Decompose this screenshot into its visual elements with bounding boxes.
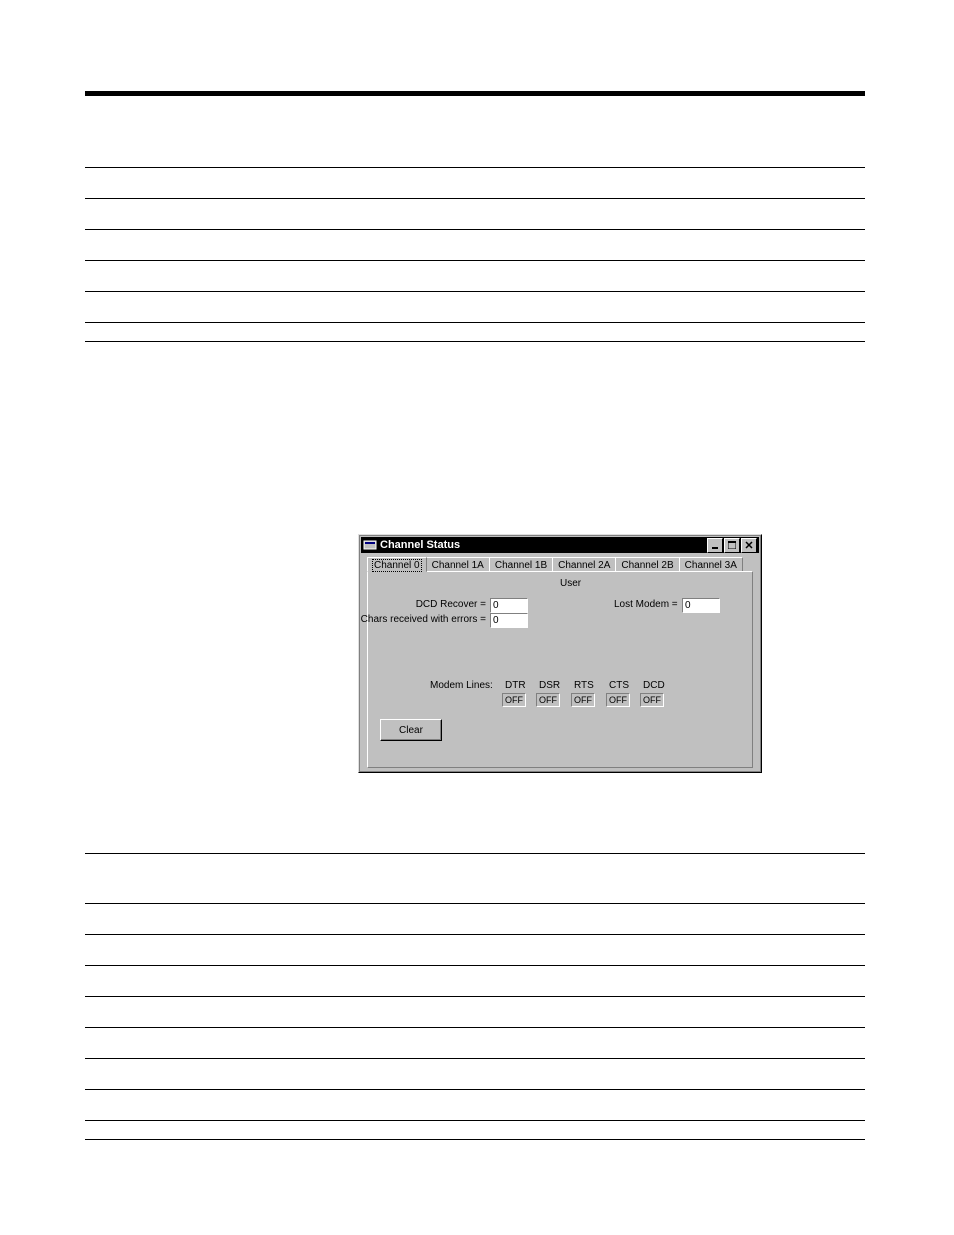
signal-dtr-label: DTR <box>505 680 526 691</box>
rule <box>85 1139 865 1140</box>
modem-lines-label: Modem Lines: <box>430 680 493 691</box>
clear-button-label: Clear <box>399 725 423 736</box>
signal-dsr-state: OFF <box>536 693 560 707</box>
lost-modem-label: Lost Modem = <box>614 599 678 610</box>
signal-rts-state: OFF <box>571 693 595 707</box>
tabs: Channel 0 Channel 1A Channel 1B Channel … <box>367 557 753 571</box>
tab-channel-2a[interactable]: Channel 2A <box>552 557 616 571</box>
titlebar[interactable]: Channel Status <box>361 537 759 553</box>
minimize-button[interactable] <box>707 538 723 553</box>
chars-err-value: 0 <box>490 613 528 628</box>
signal-cts-state: OFF <box>606 693 630 707</box>
tab-channel-0[interactable]: Channel 0 <box>367 557 427 572</box>
signal-rts-label: RTS <box>574 680 594 691</box>
tab-pane: User DCD Recover = 0 Chars received with… <box>367 571 753 768</box>
channel-status-window: Channel Status Channel 0 Channel 1A Chan… <box>358 534 762 773</box>
rule <box>85 229 865 230</box>
signal-dcd-label: DCD <box>643 680 665 691</box>
tab-channel-3a[interactable]: Channel 3A <box>679 557 743 571</box>
tab-channel-1b[interactable]: Channel 1B <box>489 557 553 571</box>
tab-channel-2b[interactable]: Channel 2B <box>615 557 679 571</box>
rule <box>85 934 865 935</box>
window-icon <box>363 538 377 552</box>
dcd-recover-value: 0 <box>490 598 528 613</box>
rule <box>85 260 865 261</box>
rule <box>85 996 865 997</box>
rule <box>85 167 865 168</box>
rule <box>85 965 865 966</box>
rule <box>85 1120 865 1121</box>
rule <box>85 322 865 323</box>
rule <box>85 198 865 199</box>
dcd-recover-label: DCD Recover = <box>416 599 486 610</box>
maximize-button[interactable] <box>724 538 740 553</box>
signal-dsr-label: DSR <box>539 680 560 691</box>
rule <box>85 91 865 96</box>
rule <box>85 1058 865 1059</box>
rule <box>85 1027 865 1028</box>
rule <box>85 903 865 904</box>
tab-label: Channel 0 <box>373 560 421 571</box>
clear-button[interactable]: Clear <box>380 719 442 741</box>
signal-dtr-state: OFF <box>502 693 526 707</box>
tab-channel-1a[interactable]: Channel 1A <box>426 557 490 571</box>
signal-dcd-state: OFF <box>640 693 664 707</box>
rule <box>85 1089 865 1090</box>
lost-modem-value: 0 <box>682 598 720 613</box>
window-title: Channel Status <box>380 539 460 551</box>
rule <box>85 291 865 292</box>
rule <box>85 853 865 854</box>
close-button[interactable] <box>741 538 757 553</box>
chars-err-label: Chars received with errors = <box>361 614 486 625</box>
signal-cts-label: CTS <box>609 680 629 691</box>
pane-heading: User <box>560 578 581 589</box>
rule <box>85 341 865 342</box>
